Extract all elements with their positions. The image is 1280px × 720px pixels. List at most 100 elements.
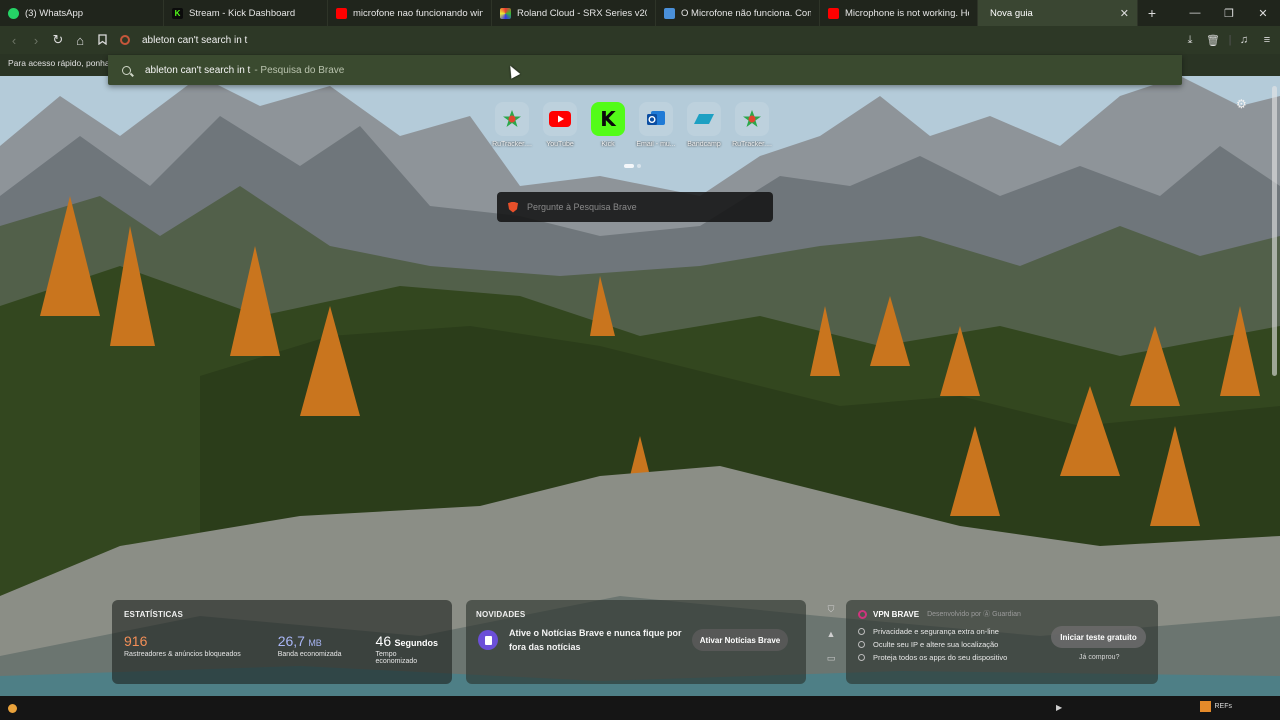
play-icon[interactable]: ▶	[1056, 703, 1062, 712]
top-site-rutracker-2[interactable]: RuTracker....	[732, 102, 772, 148]
stat-value: 916	[124, 633, 148, 649]
top-site-youtube[interactable]: YouTube	[540, 102, 580, 148]
stat-time: 46 Segundos Tempo economizado	[376, 633, 440, 665]
youtube-icon	[336, 7, 347, 19]
microsoft-icon	[664, 7, 675, 19]
tab-title: Nova guia	[990, 7, 1033, 19]
brave-lion-icon	[508, 201, 518, 213]
search-placeholder: Pergunte à Pesquisa Brave	[527, 202, 637, 212]
start-trial-button[interactable]: Iniciar teste gratuito	[1051, 626, 1146, 648]
vpn-icon	[858, 609, 867, 619]
stats-widget: ESTATÍSTICAS 916 Rastreadores & anúncios…	[112, 600, 452, 684]
address-input[interactable]	[142, 34, 742, 46]
close-window-icon[interactable]: ✕	[1246, 7, 1280, 20]
stats-title: ESTATÍSTICAS	[124, 610, 183, 619]
tab-title: Roland Cloud - SRX Series v2023.08	[517, 7, 647, 19]
top-site-bandcamp[interactable]: Bandcamp	[684, 102, 724, 148]
youtube-icon	[828, 7, 839, 19]
whatsapp-icon	[8, 7, 19, 19]
back-icon[interactable]: ‹	[4, 33, 24, 48]
vpn-widget: VPN BRAVE Desenvolvido por Ⓐ Guardian Pr…	[846, 600, 1158, 684]
vpn-provider: Desenvolvido por Ⓐ Guardian	[927, 611, 1021, 618]
minimize-icon[interactable]: —	[1178, 7, 1212, 20]
triangle-icon[interactable]: ▲	[827, 629, 836, 639]
trash-icon[interactable]: 🗑︎	[1203, 34, 1223, 47]
top-site-label: Bandcamp	[687, 141, 721, 148]
status-bar: ▶ REFs	[0, 696, 1280, 720]
news-widget: NOVIDADES Ative o Notícias Brave e nunca…	[466, 600, 806, 684]
tab-whatsapp[interactable]: (3) WhatsApp	[0, 0, 164, 26]
restore-icon[interactable]: ❐	[1212, 7, 1246, 20]
forward-icon[interactable]: ›	[26, 33, 46, 48]
tab-roland-cloud[interactable]: Roland Cloud - SRX Series v2023.08	[492, 0, 656, 26]
reload-icon[interactable]: ↻	[48, 32, 68, 48]
download-icon[interactable]: ⤓	[1180, 34, 1200, 47]
top-site-email[interactable]: Email - mu...	[636, 102, 676, 148]
tab-title: O Microfone não funciona. Como co	[681, 7, 811, 19]
stat-caption: Tempo economizado	[375, 651, 418, 665]
rutracker-icon	[735, 102, 769, 136]
scrollbar[interactable]	[1272, 86, 1277, 376]
refs-label: REFs	[1214, 703, 1233, 710]
close-icon[interactable]: ✕	[1120, 7, 1129, 20]
stat-bandwidth: 26,7 MB Banda economizada	[278, 633, 376, 665]
outlook-icon	[639, 102, 673, 136]
top-sites: RuTracker.... YouTube K Kick Email - mu.…	[492, 102, 772, 148]
bookmark-icon[interactable]	[92, 33, 112, 48]
tab-title: Stream - Kick Dashboard	[189, 7, 296, 19]
stat-caption: Rastreadores & anúncios bloqueados	[124, 651, 241, 658]
shield-icon[interactable]: ⛉	[828, 604, 835, 615]
news-icon	[478, 630, 498, 650]
roland-icon	[500, 7, 511, 19]
already-bought-link[interactable]: Já comprou?	[1079, 654, 1119, 661]
bookmarks-hint: Para acesso rápido, ponha s	[8, 58, 117, 68]
menu-icon[interactable]: ≡	[1257, 34, 1277, 46]
top-site-label: RuTracker....	[492, 141, 532, 148]
site-info-icon[interactable]	[120, 35, 130, 45]
top-site-kick[interactable]: K Kick	[588, 102, 628, 148]
rutracker-icon	[495, 102, 529, 136]
address-bar[interactable]	[112, 26, 1182, 54]
tab-nova-guia[interactable]: Nova guia ✕	[978, 0, 1138, 26]
toolbar-right: ⤓ 🗑︎ | ♫ ≡	[1180, 26, 1280, 54]
brave-search-box[interactable]: Pergunte à Pesquisa Brave	[497, 192, 773, 222]
gear-icon[interactable]: ⚙	[1236, 97, 1247, 111]
news-title: NOVIDADES	[476, 610, 526, 619]
tab-kick[interactable]: K Stream - Kick Dashboard	[164, 0, 328, 26]
tab-title: microfone nao funcionando win10 -	[353, 7, 483, 19]
search-icon	[122, 65, 131, 75]
toolbar: ‹ › ↻ ⌂ ⤓ 🗑︎ | ♫ ≡	[0, 26, 1280, 54]
refs-indicator[interactable]: REFs	[1199, 701, 1233, 712]
kick-icon: K	[172, 7, 183, 19]
top-site-label: YouTube	[546, 141, 574, 148]
youtube-icon	[543, 102, 577, 136]
separator: |	[1228, 34, 1232, 46]
suggestion-engine: - Pesquisa do Brave	[254, 64, 345, 76]
music-icon[interactable]: ♫	[1234, 34, 1254, 46]
stat-value: 26,7	[277, 633, 305, 649]
enable-news-button[interactable]: Ativar Notícias Brave	[692, 629, 788, 651]
stat-unit: Segundos	[394, 638, 438, 648]
new-tab-button[interactable]: +	[1138, 5, 1166, 21]
vpn-title: VPN BRAVE	[873, 609, 920, 619]
tab-title: (3) WhatsApp	[25, 7, 84, 19]
bandcamp-icon	[687, 102, 721, 136]
omnibox-suggestion[interactable]: ableton can't search in t - Pesquisa do …	[108, 55, 1182, 85]
top-site-label: RuTracker....	[732, 141, 772, 148]
tab-title: Microphone is not working. How To	[845, 7, 969, 19]
home-icon[interactable]: ⌂	[70, 33, 90, 48]
refs-icon	[1199, 701, 1211, 712]
stat-value: 46	[375, 633, 392, 649]
tab-microsoft[interactable]: O Microfone não funciona. Como co	[656, 0, 820, 26]
top-site-label: Kick	[601, 141, 615, 148]
stat-caption: Banda economizada	[277, 651, 342, 658]
top-sites-pager	[624, 164, 641, 168]
pager-dot-active[interactable]	[624, 164, 634, 168]
warning-icon[interactable]	[8, 703, 17, 713]
tab-youtube-microfone[interactable]: microfone nao funcionando win10 -	[328, 0, 492, 26]
display-icon[interactable]: ▭	[827, 653, 836, 664]
pager-dot[interactable]	[637, 164, 641, 168]
tab-youtube-microphone[interactable]: Microphone is not working. How To	[820, 0, 978, 26]
news-message: Ative o Notícias Brave e nunca fique por…	[509, 628, 682, 652]
top-site-rutracker[interactable]: RuTracker....	[492, 102, 532, 148]
